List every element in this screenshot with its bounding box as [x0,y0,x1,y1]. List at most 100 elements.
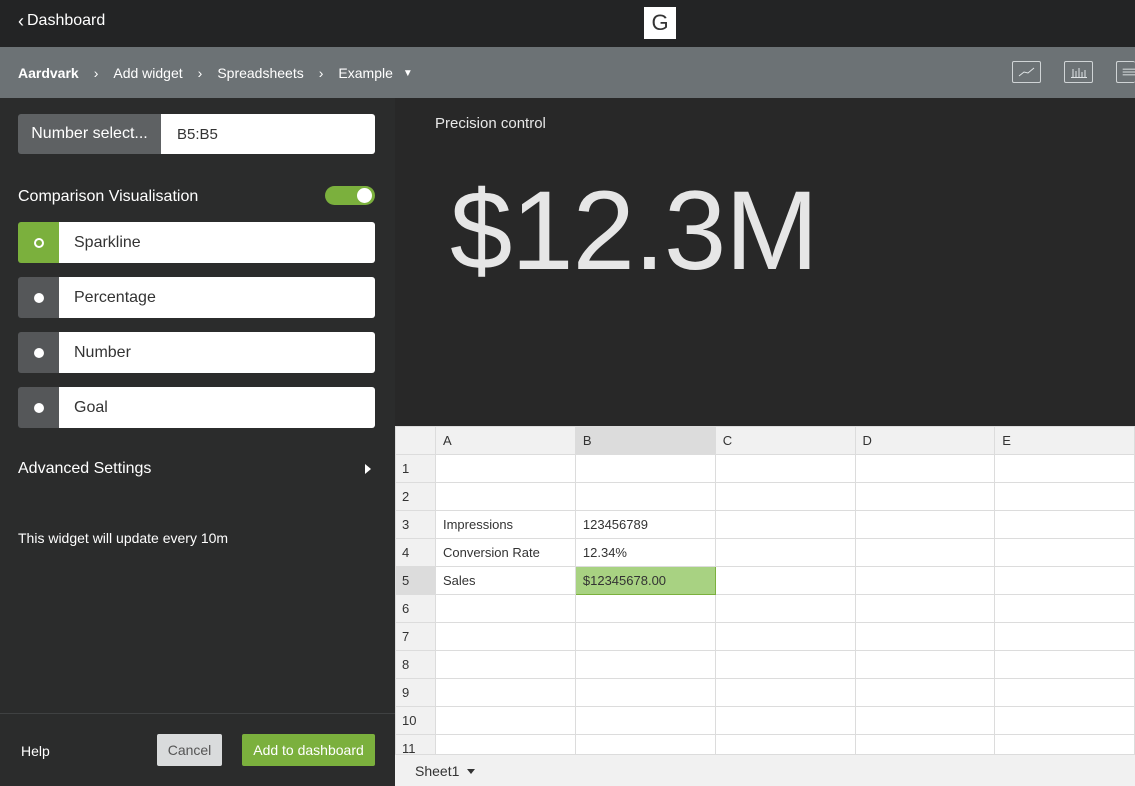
cell[interactable] [854,622,996,651]
cell[interactable] [994,678,1135,707]
row-header[interactable]: 7 [395,622,436,651]
cell[interactable] [854,678,996,707]
cell[interactable] [434,622,576,651]
breadcrumb-separator: › [93,65,99,81]
cell[interactable] [574,454,716,483]
cell[interactable] [854,706,996,735]
cell[interactable] [714,734,856,754]
option-goal[interactable]: Goal [18,387,375,428]
cell[interactable] [854,510,996,539]
back-to-dashboard-link[interactable]: ‹ Dashboard [18,12,105,30]
row-header[interactable]: 2 [395,482,436,511]
widget-settings-panel: Number select... B5:B5 Comparison Visual… [0,98,395,786]
cell[interactable] [994,650,1135,679]
cell[interactable] [574,706,716,735]
column-header[interactable]: C [714,426,856,455]
cell[interactable]: 123456789 [574,510,716,539]
cell[interactable]: Conversion Rate [434,538,576,567]
column-header[interactable]: D [854,426,996,455]
sheet-tab[interactable]: Sheet1 [415,763,476,779]
bar-chart-viz-button[interactable] [1064,61,1093,83]
cancel-button[interactable]: Cancel [157,734,222,766]
option-percentage[interactable]: Percentage [18,277,375,318]
spreadsheet-grid: A B C D E 1 2 3 Impressions 123456789 4 … [395,426,1135,754]
row-header[interactable]: 10 [395,706,436,735]
cell[interactable] [714,622,856,651]
cell[interactable] [854,734,996,754]
cell[interactable] [994,566,1135,595]
cell[interactable] [574,622,716,651]
help-link[interactable]: Help [21,743,50,759]
cell[interactable] [434,454,576,483]
cell[interactable] [994,454,1135,483]
cell[interactable] [994,482,1135,511]
cell[interactable] [994,510,1135,539]
breadcrumb-item-spreadsheets[interactable]: Spreadsheets [217,65,303,81]
cell[interactable] [574,650,716,679]
cell[interactable] [714,566,856,595]
cell[interactable] [574,734,716,754]
row-header[interactable]: 9 [395,678,436,707]
add-to-dashboard-button[interactable]: Add to dashboard [242,734,375,766]
cell[interactable] [714,594,856,623]
row-header-selected[interactable]: 5 [395,566,436,595]
table-row: 7 [395,622,1135,651]
cell[interactable] [854,650,996,679]
column-header-selected[interactable]: B [574,426,716,455]
cell[interactable] [574,482,716,511]
column-header[interactable]: A [434,426,576,455]
number-selection-field[interactable]: Number select... B5:B5 [18,114,375,154]
cell[interactable] [434,594,576,623]
cell[interactable] [854,454,996,483]
row-header[interactable]: 11 [395,734,436,754]
cell[interactable] [994,706,1135,735]
breadcrumb-item-account[interactable]: Aardvark [18,65,79,81]
cell[interactable] [714,538,856,567]
comparison-toggle[interactable] [325,186,375,205]
list-viz-button[interactable] [1116,61,1135,83]
cell[interactable] [714,706,856,735]
advanced-settings-toggle[interactable]: Advanced Settings [18,460,375,478]
cell[interactable] [714,678,856,707]
cell[interactable]: Impressions [434,510,576,539]
cell[interactable] [994,734,1135,754]
cell[interactable]: Sales [434,566,576,595]
cell[interactable] [574,594,716,623]
cell[interactable] [714,650,856,679]
caret-down-icon[interactable] [467,768,476,774]
cell[interactable] [434,734,576,754]
column-header[interactable]: E [994,426,1135,455]
row-header[interactable]: 1 [395,454,436,483]
option-number[interactable]: Number [18,332,375,373]
cell[interactable] [434,678,576,707]
breadcrumb-item-file[interactable]: Example [338,65,392,81]
cell[interactable] [434,650,576,679]
option-label: Percentage [59,277,375,318]
option-sparkline[interactable]: Sparkline [18,222,375,263]
cell[interactable] [434,482,576,511]
cell[interactable] [994,622,1135,651]
caret-down-icon[interactable]: ▼ [403,68,413,79]
row-header[interactable]: 4 [395,538,436,567]
row-header[interactable]: 8 [395,650,436,679]
widget-title: Precision control [435,115,546,132]
cell[interactable] [854,594,996,623]
cell[interactable] [994,538,1135,567]
cell[interactable] [714,454,856,483]
cell[interactable]: 12.34% [574,538,716,567]
table-row: 2 [395,482,1135,511]
breadcrumb-item-add-widget[interactable]: Add widget [113,65,182,81]
cell[interactable] [714,482,856,511]
line-chart-viz-button[interactable] [1012,61,1041,83]
number-selection-value[interactable]: B5:B5 [161,114,375,154]
cell-selected[interactable]: $12345678.00 [574,566,716,595]
cell[interactable] [854,566,996,595]
cell[interactable] [854,482,996,511]
cell[interactable] [574,678,716,707]
cell[interactable] [994,594,1135,623]
cell[interactable] [714,510,856,539]
row-header[interactable]: 3 [395,510,436,539]
row-header[interactable]: 6 [395,594,436,623]
cell[interactable] [854,538,996,567]
cell[interactable] [434,706,576,735]
